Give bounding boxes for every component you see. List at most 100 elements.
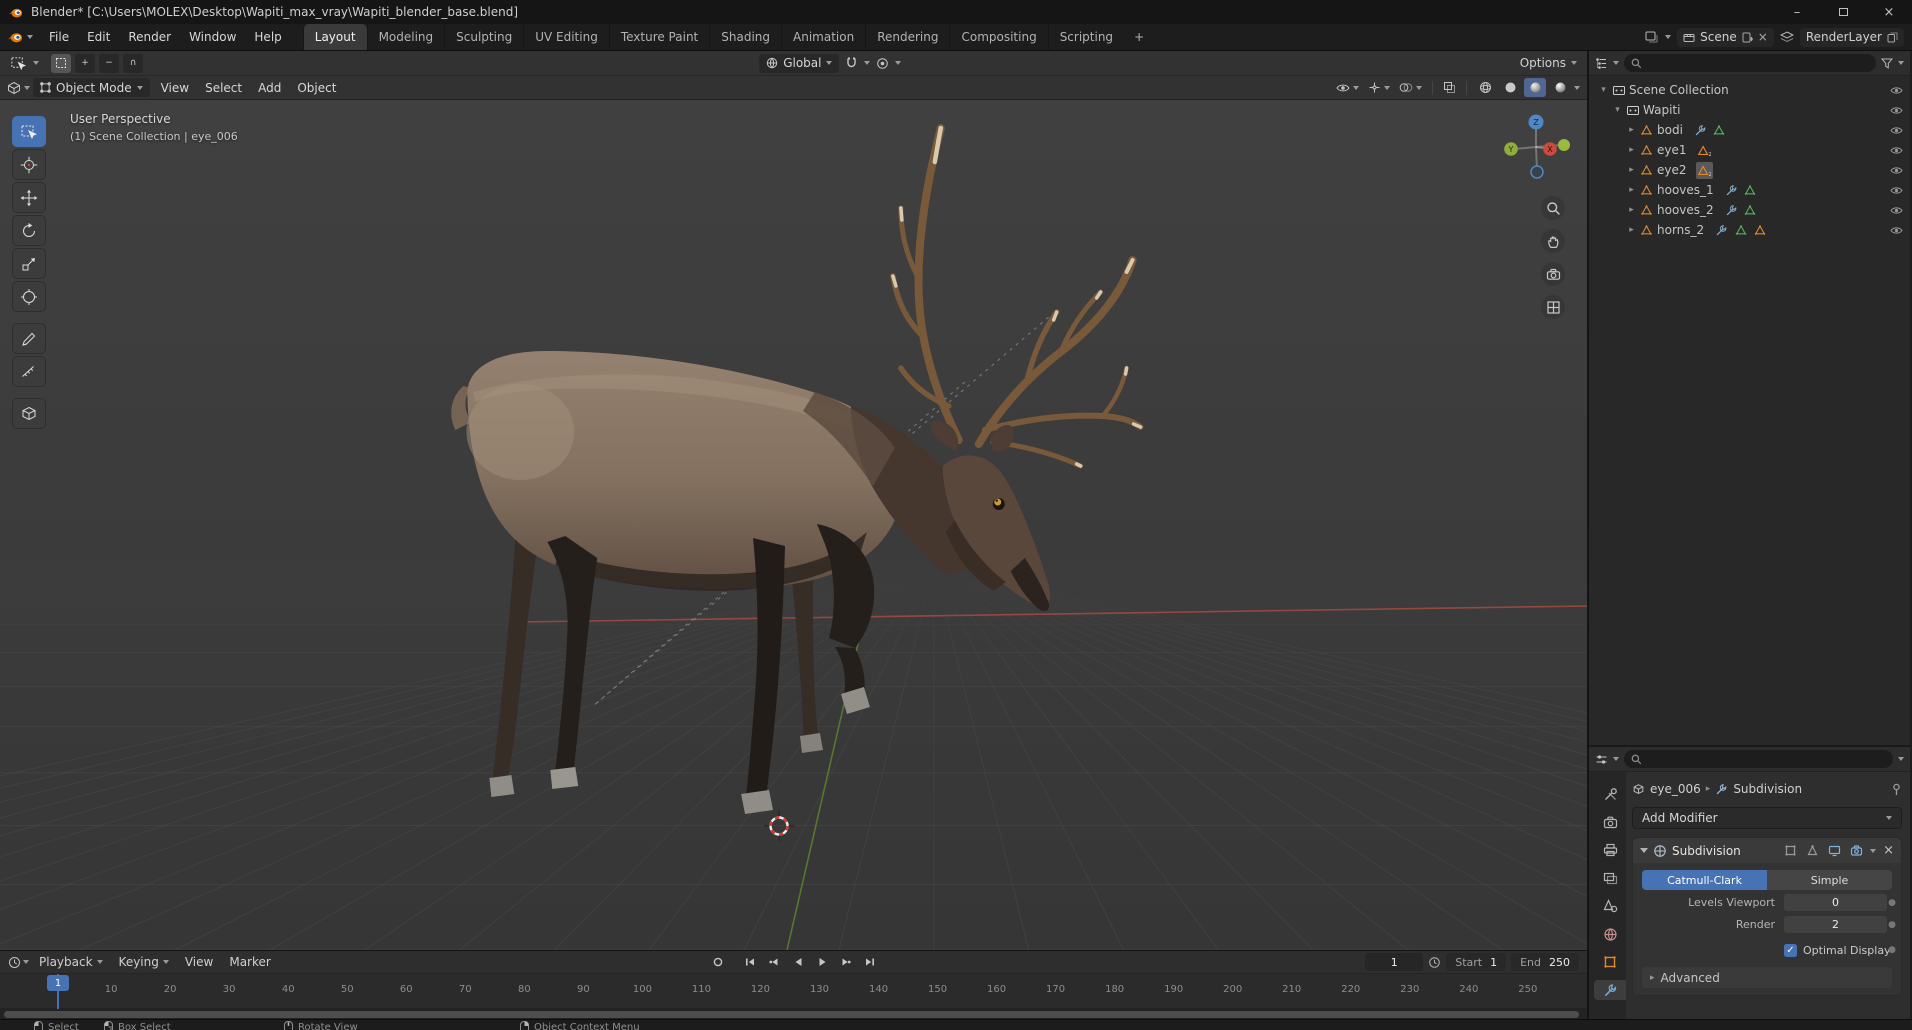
annotate-tool-button[interactable]	[12, 323, 46, 354]
select-mode-subtract-button[interactable]: −	[99, 53, 119, 73]
gizmo-y-positive[interactable]	[1558, 139, 1570, 151]
viewport-menu-view[interactable]: View	[153, 81, 197, 95]
chevron-down-icon[interactable]	[1613, 757, 1619, 761]
snap-toggle-button[interactable]	[842, 54, 861, 73]
shading-rendered-button[interactable]	[1549, 78, 1571, 97]
collapse-arrow-icon[interactable]: ▾	[1611, 105, 1624, 115]
shading-material-preview-button[interactable]	[1524, 78, 1546, 97]
menu-window[interactable]: Window	[180, 24, 245, 50]
wrench-icon[interactable]	[1692, 122, 1709, 139]
current-frame-field[interactable]: 1	[1365, 953, 1424, 971]
menu-help[interactable]: Help	[245, 24, 290, 50]
workspace-tab-sculpting[interactable]: Sculpting	[444, 24, 523, 50]
jump-to-start-button[interactable]	[739, 953, 761, 971]
tab-output[interactable]	[1594, 840, 1626, 860]
collapse-arrow-icon[interactable]: ▾	[1597, 85, 1610, 95]
chevron-down-icon[interactable]	[24, 85, 30, 90]
select-mode-new-button[interactable]	[51, 53, 71, 73]
use-preview-range-icon[interactable]	[1428, 956, 1441, 969]
blender-app-menu[interactable]	[0, 24, 40, 50]
realtime-toggle-icon[interactable]	[1826, 843, 1843, 859]
viewport-canvas[interactable]	[0, 100, 1587, 950]
mesh-data-icon[interactable]	[1711, 122, 1728, 139]
mesh-orange-2-icon[interactable]: 2	[1695, 161, 1713, 179]
modifier-name-field[interactable]: Subdivision	[1672, 844, 1741, 858]
on-cage-toggle-icon[interactable]	[1782, 843, 1799, 859]
chevron-down-icon[interactable]	[1613, 61, 1619, 65]
properties-editor-icon[interactable]	[1595, 753, 1608, 766]
outliner-item-hooves-1[interactable]: ▸ hooves_1	[1589, 180, 1910, 200]
workspace-tab-texture-paint[interactable]: Texture Paint	[608, 24, 709, 50]
scene-selector[interactable]: Scene ×	[1677, 27, 1774, 47]
menu-render[interactable]: Render	[119, 24, 180, 50]
breadcrumb-object-name[interactable]: eye_006	[1650, 782, 1701, 796]
mesh-orange-icon[interactable]	[1751, 222, 1768, 239]
transform-tool-button[interactable]	[12, 281, 46, 312]
shading-solid-button[interactable]	[1499, 78, 1521, 97]
add-modifier-dropdown[interactable]: Add Modifier	[1632, 807, 1902, 829]
outliner-item-hooves-2[interactable]: ▸ hooves_2	[1589, 200, 1910, 220]
hide-viewport-eye-icon[interactable]	[1890, 86, 1903, 95]
browse-scene-icon[interactable]	[1645, 31, 1659, 44]
hide-viewport-eye-icon[interactable]	[1890, 126, 1903, 135]
copy-view-layer-icon[interactable]	[1887, 32, 1898, 43]
chevron-down-icon[interactable]	[864, 61, 871, 65]
hide-viewport-eye-icon[interactable]	[1890, 226, 1903, 235]
scale-tool-button[interactable]	[12, 248, 46, 279]
workspace-tab-rendering[interactable]: Rendering	[865, 24, 949, 50]
menu-file[interactable]: File	[40, 24, 78, 50]
edit-mode-toggle-icon[interactable]	[1804, 843, 1821, 859]
tab-modifiers[interactable]	[1594, 980, 1626, 1000]
levels-viewport-field[interactable]: 0	[1784, 894, 1887, 911]
hide-viewport-eye-icon[interactable]	[1890, 166, 1903, 175]
close-button[interactable]: ×	[1866, 0, 1912, 24]
workspace-tab-compositing[interactable]: Compositing	[949, 24, 1047, 50]
animate-dot-icon[interactable]: ●	[1887, 898, 1897, 908]
object-visibility-dropdown[interactable]	[1333, 78, 1362, 97]
modifier-extras-icon[interactable]	[1870, 848, 1877, 853]
options-dropdown[interactable]: Options	[1517, 54, 1580, 73]
viewport-3d[interactable]: User Perspective (1) Scene Collection | …	[0, 100, 1587, 950]
cursor-tool-button[interactable]	[12, 149, 46, 180]
view-layer-selector[interactable]: RenderLayer	[1799, 27, 1904, 47]
workspace-tab-animation[interactable]: Animation	[781, 24, 865, 50]
outliner-item-horns-2[interactable]: ▸ horns_2	[1589, 220, 1910, 240]
timeline-menu-marker[interactable]: Marker	[221, 955, 278, 969]
mode-dropdown[interactable]: Object Mode	[33, 78, 150, 97]
chevron-down-icon[interactable]	[1574, 85, 1580, 90]
modifier-panel-header[interactable]: Subdivision ×	[1633, 838, 1901, 863]
outliner-row-wapiti[interactable]: ▾ Wapiti	[1589, 100, 1910, 120]
expand-arrow-icon[interactable]: ▸	[1625, 185, 1638, 195]
shading-wireframe-button[interactable]	[1474, 78, 1496, 97]
editor-type-icon[interactable]	[7, 81, 21, 95]
workspace-tab-layout[interactable]: Layout	[302, 24, 367, 50]
collapse-arrow-icon[interactable]	[1640, 848, 1648, 853]
select-mode-extend-button[interactable]: +	[75, 53, 95, 73]
add-workspace-button[interactable]: +	[1124, 24, 1154, 50]
play-reverse-button[interactable]	[787, 953, 809, 971]
measure-tool-button[interactable]	[12, 356, 46, 387]
delete-modifier-icon[interactable]: ×	[1883, 843, 1894, 858]
wrench-icon[interactable]	[1723, 182, 1740, 199]
maximize-button[interactable]	[1820, 0, 1866, 24]
chevron-down-icon[interactable]	[895, 61, 902, 65]
workspace-tab-modeling[interactable]: Modeling	[366, 24, 445, 50]
viewport-menu-select[interactable]: Select	[197, 81, 250, 95]
tab-object[interactable]	[1594, 952, 1626, 972]
expand-arrow-icon[interactable]: ▸	[1625, 145, 1638, 155]
start-frame-field[interactable]: Start 1	[1446, 953, 1507, 971]
timeline-menu-view[interactable]: View	[177, 955, 221, 969]
timeline-menu-playback[interactable]: Playback	[31, 955, 111, 969]
outliner-editor-icon[interactable]	[1595, 57, 1608, 70]
elk-model[interactable]	[451, 124, 1144, 814]
workspace-tab-uv-editing[interactable]: UV Editing	[523, 24, 609, 50]
timeline-editor-icon[interactable]	[8, 956, 21, 969]
chevron-down-icon[interactable]	[1898, 757, 1904, 761]
view-layer-icon[interactable]	[1779, 31, 1794, 43]
tab-view-layer[interactable]	[1594, 868, 1626, 888]
add-cube-tool-button[interactable]	[12, 398, 46, 429]
gizmos-dropdown[interactable]	[1365, 78, 1393, 97]
expand-arrow-icon[interactable]: ▸	[1625, 225, 1638, 235]
hide-viewport-eye-icon[interactable]	[1890, 146, 1903, 155]
outliner-item-bodi[interactable]: ▸ bodi	[1589, 120, 1910, 140]
